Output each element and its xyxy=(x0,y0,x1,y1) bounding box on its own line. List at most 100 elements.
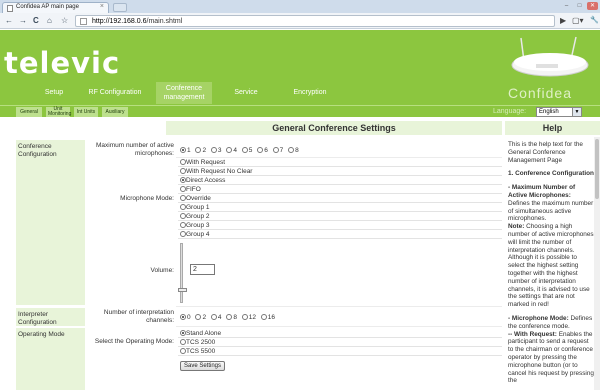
subnav-int-units[interactable]: Int Units xyxy=(74,107,98,117)
max-mics-option-6[interactable]: 6 xyxy=(257,147,268,154)
radio-icon xyxy=(180,147,186,153)
radio-icon xyxy=(210,314,217,320)
radio-icon xyxy=(180,222,186,228)
back-arrow-icon[interactable]: ← xyxy=(5,16,13,25)
mic-mode-with-request-no-clear[interactable]: With Request No Clear xyxy=(178,167,502,176)
radio-icon xyxy=(241,314,248,320)
subnav-auxiliary[interactable]: Auxiliary xyxy=(102,107,128,117)
radio-icon xyxy=(180,314,186,320)
nav-conference-management[interactable]: Conference management xyxy=(156,82,212,104)
opmode-tcs-5500[interactable]: TCS 5500 xyxy=(178,347,502,356)
help-panel: This is the help text for the General Co… xyxy=(505,137,594,390)
mic-mode-direct-access[interactable]: Direct Access xyxy=(178,176,502,185)
mic-mode-group-2[interactable]: Group 2 xyxy=(178,212,502,221)
help-intro: This is the help text for the General Co… xyxy=(508,141,583,164)
tab-close-icon[interactable]: × xyxy=(100,3,104,10)
access-point-image xyxy=(511,36,589,77)
divider xyxy=(176,306,502,307)
home-icon[interactable]: ⌂ xyxy=(47,16,52,25)
chevron-down-icon: ▼ xyxy=(572,108,581,116)
bookmark-star-icon[interactable]: ☆ xyxy=(61,16,68,25)
section-conference-configuration: Conference Configuration xyxy=(16,140,85,305)
forward-arrow-icon[interactable]: → xyxy=(19,16,27,25)
radio-icon xyxy=(195,314,202,320)
radio-icon xyxy=(241,147,248,153)
sub-navigation: General Unit Monitoring Int Units Auxili… xyxy=(0,105,600,117)
divider xyxy=(176,326,502,327)
subnav-unit-monitoring[interactable]: Unit Monitoring xyxy=(46,107,71,117)
opmode-tcs-2500[interactable]: TCS 2500 xyxy=(178,338,502,347)
help-mic-mode: - Microphone Mode: Defines the conferenc… xyxy=(508,314,594,385)
address-bar[interactable]: http://192.168.0.6/main.shtml xyxy=(75,15,555,27)
interp-option-16[interactable]: 16 xyxy=(260,314,275,321)
mic-mode-override[interactable]: Override xyxy=(178,194,502,203)
max-mics-option-8[interactable]: 8 xyxy=(288,147,299,154)
browser-tab-bar: Confidea AP main page × – □ ✕ xyxy=(0,0,600,13)
max-mics-option-7[interactable]: 7 xyxy=(272,147,283,154)
radio-icon xyxy=(257,147,264,153)
opmode-stand-alone[interactable]: Stand Alone xyxy=(178,329,502,338)
televic-logo: televic xyxy=(4,46,121,80)
mic-mode-group-4[interactable]: Group 4 xyxy=(178,230,502,239)
radio-icon xyxy=(180,186,186,192)
max-mics-options: 1 2 3 4 5 6 7 8 xyxy=(180,146,302,155)
nav-service[interactable]: Service xyxy=(226,82,266,104)
help-heading: 1. Conference Configuration xyxy=(508,170,594,178)
mic-mode-with-request[interactable]: With Request xyxy=(178,158,502,167)
operating-mode-label: Select the Operating Mode: xyxy=(94,338,174,345)
radio-icon xyxy=(226,314,233,320)
nav-encryption[interactable]: Encryption xyxy=(282,82,338,104)
page-icon xyxy=(80,18,87,25)
window-maximize-button[interactable]: □ xyxy=(574,2,585,10)
help-max-mics: - Maximum Number of Active Microphones: … xyxy=(508,184,594,309)
volume-slider-handle[interactable] xyxy=(178,287,187,292)
section-operating-mode: Operating Mode xyxy=(16,328,85,390)
tab-title: Confidea AP main page xyxy=(16,4,79,10)
radio-icon xyxy=(260,314,267,320)
max-mics-option-2[interactable]: 2 xyxy=(195,147,206,154)
mic-mode-fifo[interactable]: FIFO xyxy=(178,185,502,194)
volume-slider[interactable] xyxy=(180,243,183,303)
interp-option-4[interactable]: 4 xyxy=(210,314,222,321)
confidea-brand: Confidea xyxy=(507,85,572,101)
main-navigation: Setup RF Configuration Conference manage… xyxy=(0,82,420,104)
interp-option-8[interactable]: 8 xyxy=(226,314,237,321)
wrench-icon[interactable]: 🔧 xyxy=(590,16,599,24)
mic-mode-group-3[interactable]: Group 3 xyxy=(178,221,502,230)
max-mics-option-1[interactable]: 1 xyxy=(180,147,191,154)
window-minimize-button[interactable]: – xyxy=(561,2,572,10)
help-title: Help xyxy=(505,121,600,135)
new-tab-button[interactable] xyxy=(113,3,127,12)
max-mics-label: Maximum number of active microphones: xyxy=(95,142,174,157)
language-select[interactable]: English ▼ xyxy=(536,107,582,117)
help-scrollbar[interactable] xyxy=(594,137,600,390)
browser-tab[interactable]: Confidea AP main page × xyxy=(2,2,109,13)
nav-setup[interactable]: Setup xyxy=(34,82,74,104)
volume-input[interactable]: 2 xyxy=(190,264,215,275)
max-mics-option-3[interactable]: 3 xyxy=(210,147,222,154)
language-value: English xyxy=(539,109,559,115)
max-mics-option-5[interactable]: 5 xyxy=(241,147,252,154)
mic-mode-group-1[interactable]: Group 1 xyxy=(178,203,502,212)
interp-option-12[interactable]: 12 xyxy=(241,314,256,321)
radio-icon xyxy=(180,168,186,174)
site-header: televic Confidea Setup RF Configuration … xyxy=(0,30,600,105)
radio-icon xyxy=(180,204,186,210)
max-mics-option-4[interactable]: 4 xyxy=(226,147,237,154)
radio-icon xyxy=(210,147,217,153)
volume-label: Volume: xyxy=(150,267,175,274)
window-close-button[interactable]: ✕ xyxy=(587,2,598,10)
browser-toolbar: ← → C ⌂ ☆ http://192.168.0.6/main.shtml … xyxy=(0,13,600,29)
radio-icon xyxy=(180,330,186,336)
go-icon[interactable]: ▶ xyxy=(560,16,566,25)
nav-rf-configuration[interactable]: RF Configuration xyxy=(82,82,148,104)
scrollbar-thumb[interactable] xyxy=(595,139,599,199)
interp-option-2[interactable]: 2 xyxy=(195,314,206,321)
subnav-general[interactable]: General xyxy=(16,107,42,117)
save-settings-button[interactable]: Save Settings xyxy=(180,361,225,371)
page-menu-icon[interactable]: ▢▾ xyxy=(572,16,584,25)
radio-icon xyxy=(180,339,186,345)
interp-option-0[interactable]: 0 xyxy=(180,314,191,321)
radio-icon xyxy=(195,147,202,153)
reload-icon[interactable]: C xyxy=(33,16,39,25)
